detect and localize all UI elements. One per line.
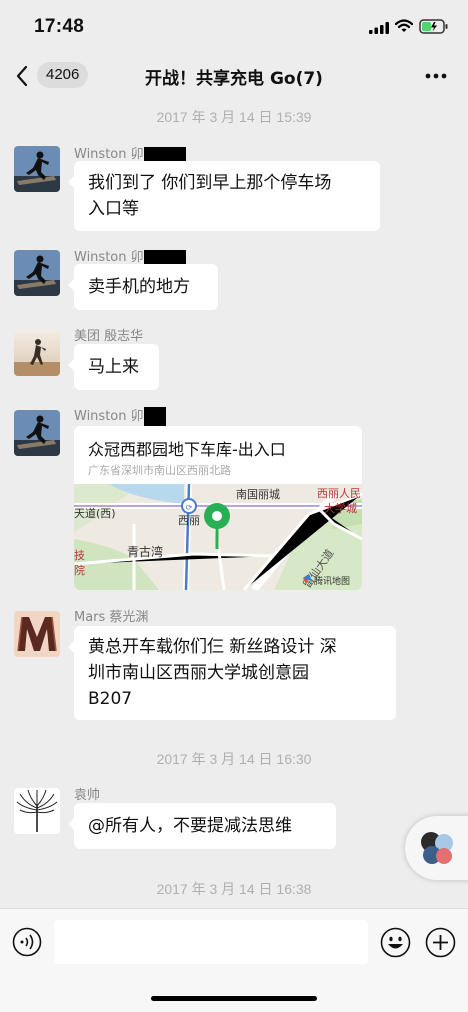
- message-text: 马上来: [88, 357, 139, 377]
- message-text: 圳市南山区西丽大学城创意园: [88, 663, 309, 683]
- message-bubble[interactable]: @所有人，不要提减法思维: [68, 803, 336, 849]
- home-indicator: [151, 996, 317, 1001]
- message-bubble[interactable]: 我们到了 你们到早上那个停车场 入口等: [68, 161, 380, 231]
- timestamp: 2017 年 3 月 14 日 16:30: [156, 751, 312, 767]
- message-text: B207: [88, 689, 133, 709]
- timestamp: 2017 年 3 月 14 日 15:39: [156, 109, 312, 125]
- message-bubble[interactable]: 黄总开车载你们仨 新丝路设计 深 圳市南山区西丽大学城创意园 B207: [68, 626, 396, 720]
- status-bar: 17:48: [0, 0, 468, 52]
- floating-window-button[interactable]: [405, 816, 468, 880]
- location-card[interactable]: 众冠西郡园地下车库-出入口 广东省深圳市南山区西丽北路 ⟳ 南国丽城 西丽人民 …: [74, 426, 362, 590]
- avatar-winston[interactable]: [14, 410, 60, 456]
- map-label: 院: [74, 563, 85, 577]
- chat-header: 4206 开战！共享充电 Go(7): [0, 52, 468, 98]
- map-label: 天道(西): [74, 506, 116, 520]
- location-map[interactable]: ⟳ 南国丽城 西丽人民 大学城 天道(西) 西丽 青古湾 技 院 留仙大道 腾讯…: [74, 484, 362, 590]
- avatar-winston[interactable]: [14, 146, 60, 192]
- more-icon[interactable]: [425, 73, 447, 79]
- message-sender: 袁帅: [74, 788, 101, 803]
- message-sender: 美团 殷志华: [74, 329, 144, 344]
- avatar-mars[interactable]: [14, 611, 60, 657]
- message-sender: Winston 卯: [74, 246, 186, 266]
- map-label: 西丽人民: [317, 487, 361, 500]
- avatar-yuanshuai[interactable]: [14, 788, 60, 834]
- map-label: 西丽: [178, 514, 200, 527]
- location-address: 广东省深圳市南山区西丽北路: [88, 464, 231, 477]
- message-text: 卖手机的地方: [88, 277, 190, 297]
- status-time: 17:48: [34, 16, 85, 37]
- chat-title: 开战！共享充电 Go(7): [145, 69, 323, 89]
- message-text: 入口等: [88, 199, 139, 219]
- map-attribution: 腾讯地图: [314, 575, 350, 587]
- input-toolbar: [0, 908, 468, 1012]
- avatar-meituan[interactable]: [14, 330, 60, 376]
- plus-icon[interactable]: [425, 927, 456, 958]
- svg-text:⟳: ⟳: [186, 503, 193, 512]
- message-bubble[interactable]: 卖手机的地方: [68, 264, 218, 310]
- floating-app-icon: [421, 832, 453, 864]
- map-label: 大学城: [324, 501, 357, 515]
- message-text: 我们到了 你们到早上那个停车场: [88, 173, 332, 193]
- message-text: @所有人，不要提减法思维: [88, 816, 292, 836]
- message-bubble[interactable]: 马上来: [68, 344, 159, 390]
- emoji-icon[interactable]: [380, 927, 411, 958]
- message-sender: Mars 蔡光渊: [74, 610, 149, 625]
- message-sender: Winston 卯: [74, 143, 186, 163]
- signal-icon: [369, 22, 389, 34]
- timestamp: 2017 年 3 月 14 日 16:38: [156, 881, 312, 897]
- message-text: 黄总开车载你们仨 新丝路设计 深: [88, 637, 337, 657]
- map-label: 青古湾: [127, 544, 163, 559]
- message-input[interactable]: [54, 920, 368, 964]
- battery-icon: [419, 19, 448, 34]
- avatar-winston[interactable]: [14, 250, 60, 296]
- voice-icon[interactable]: [12, 927, 42, 957]
- location-title: 众冠西郡园地下车库-出入口: [88, 440, 286, 459]
- message-sender: Winston 卯: [74, 405, 166, 427]
- map-label: 南国丽城: [236, 488, 280, 501]
- map-label: 技: [74, 549, 85, 562]
- wifi-icon: [395, 19, 413, 32]
